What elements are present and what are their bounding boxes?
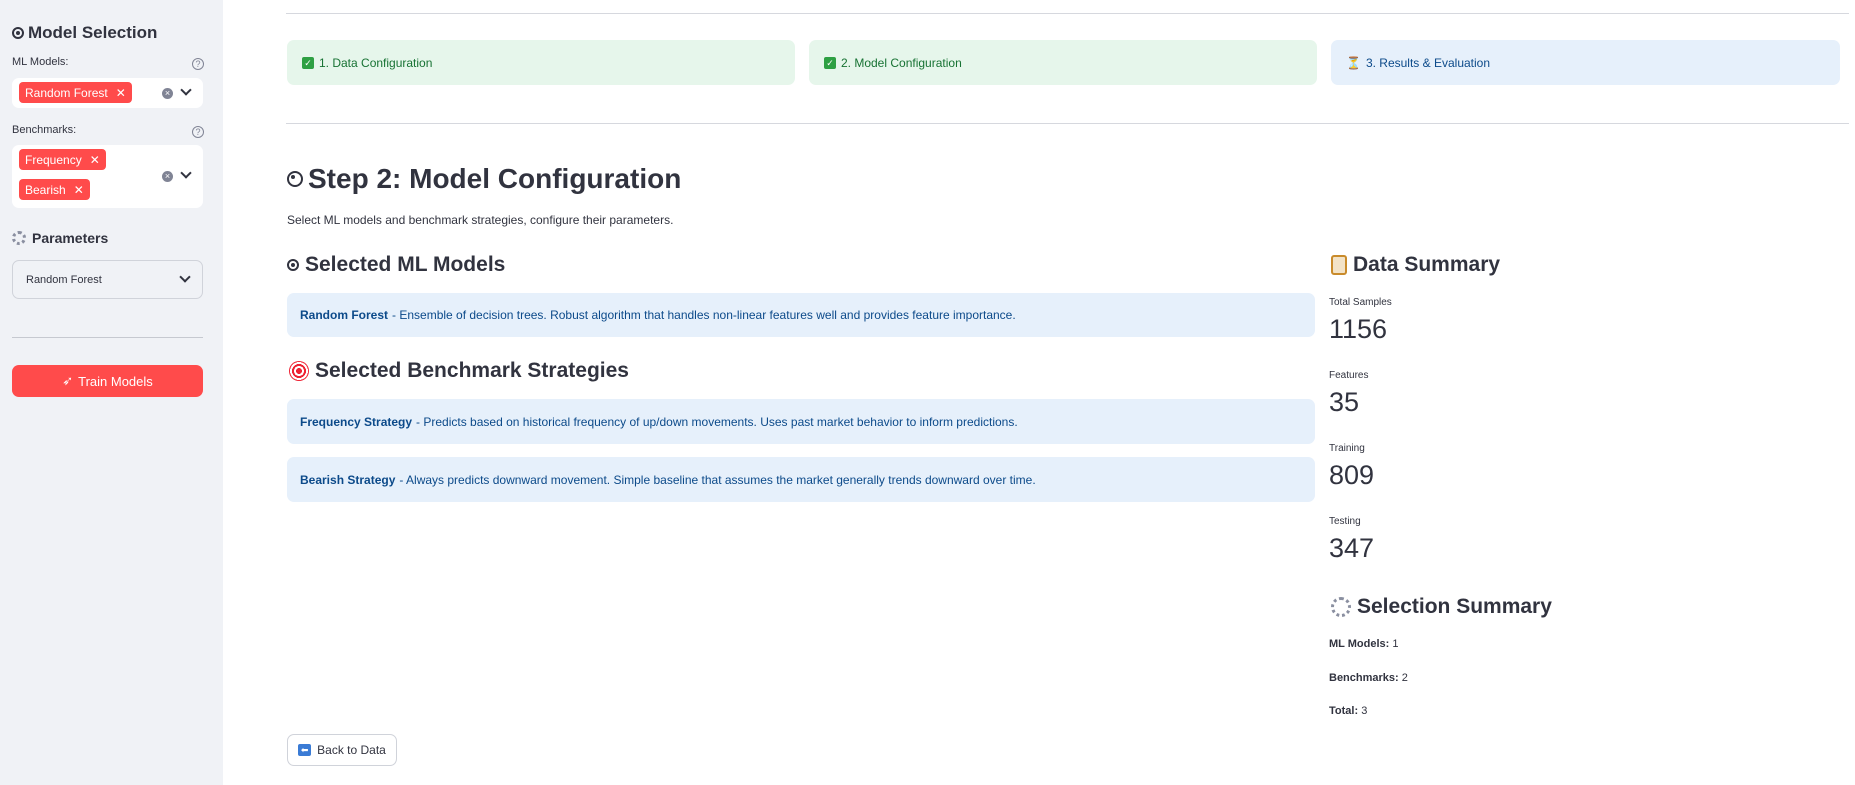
tag-random-forest: Random Forest ✕ [19,82,132,103]
step-label: 2. Model Configuration [841,55,962,70]
chevron-down-icon[interactable] [180,167,192,179]
chevron-down-icon[interactable] [180,84,192,96]
summary-ml-models: ML Models: 1 [1329,638,1398,650]
ml-models-multiselect[interactable]: Random Forest ✕ × [12,78,203,108]
ml-section-title: Selected ML Models [287,253,505,277]
tag-label: Bearish [25,182,66,197]
summary-benchmarks: Benchmarks: 2 [1329,672,1408,684]
tag-label: Random Forest [25,85,108,100]
page-description: Select ML models and benchmark strategie… [287,213,674,227]
benchmark-section-title-text: Selected Benchmark Strategies [315,359,629,382]
ml-models-label: ML Models: [12,56,69,68]
summary-value: 2 [1401,672,1408,684]
metric-value: 809 [1329,460,1375,490]
metric-value: 1156 [1329,314,1388,344]
tag-frequency: Frequency ✕ [19,149,106,170]
parameters-select-value: Random Forest [26,273,102,286]
metric-label: Total Samples [1329,297,1392,308]
metric-label: Testing [1329,516,1361,527]
tag-label: Frequency [25,152,82,167]
parameters-title-text: Parameters [32,230,109,246]
sidebar-divider [12,337,203,338]
summary-label: ML Models: [1329,638,1390,650]
help-icon[interactable]: ? [192,126,204,138]
benchmark-description: - Predicts based on historical frequency… [416,414,1018,429]
metric-label: Features [1329,370,1369,381]
train-models-button[interactable]: ➶ Train Models [12,365,203,397]
ml-section-title-text: Selected ML Models [305,253,506,276]
back-button-label: Back to Data [317,743,386,757]
metric-value: 35 [1329,387,1360,417]
summary-label: Benchmarks: [1329,672,1399,684]
step-results-evaluation: ⏳ 3. Results & Evaluation [1331,40,1840,85]
benchmark-name: Bearish Strategy [300,472,396,487]
remove-tag-icon[interactable]: ✕ [90,153,100,167]
page-title-text: Step 2: Model Configuration [308,163,682,194]
summary-value: 3 [1361,705,1368,717]
benchmark-info: Bearish Strategy - Always predicts downw… [287,457,1315,502]
rocket-icon: ➶ [62,373,74,388]
benchmark-name: Frequency Strategy [300,414,413,429]
benchmarks-label: Benchmarks: [12,124,77,136]
top-divider [286,13,1849,14]
section-divider [286,123,1849,124]
eye-icon [287,171,303,187]
remove-tag-icon[interactable]: ✕ [116,86,126,100]
sidebar-title-text: Model Selection [28,23,158,42]
metric-value: 347 [1329,533,1375,563]
selection-summary-title: Selection Summary [1331,595,1552,619]
metric-label: Training [1329,443,1365,454]
remove-tag-icon[interactable]: ✕ [74,183,84,197]
back-to-data-button[interactable]: ⬅ Back to Data [287,734,397,766]
selection-summary-title-text: Selection Summary [1357,595,1552,618]
sidebar-title: Model Selection [12,23,157,43]
summary-label: Total: [1329,705,1359,717]
main-content: ✓ 1. Data Configuration ✓ 2. Model Confi… [223,0,1855,785]
step-model-configuration: ✓ 2. Model Configuration [809,40,1317,85]
step-label: 1. Data Configuration [319,55,433,70]
page-title: Step 2: Model Configuration [287,163,681,195]
eye-icon [287,259,299,271]
check-icon: ✓ [824,56,836,69]
summary-total: Total: 3 [1329,705,1367,717]
gear-icon [12,231,26,245]
eye-icon [12,27,24,39]
summary-value: 1 [1392,638,1399,650]
help-icon[interactable]: ? [192,58,204,70]
benchmark-description: - Always predicts downward movement. Sim… [399,472,1036,487]
clipboard-icon [1331,255,1347,275]
ml-model-info: Random Forest - Ensemble of decision tre… [287,293,1315,337]
hourglass-icon: ⏳ [1346,55,1361,70]
check-icon: ✓ [302,56,314,69]
train-button-label: Train Models [78,373,153,389]
target-icon [289,361,309,381]
clear-icon[interactable]: × [162,88,173,99]
parameters-title: Parameters [12,230,108,246]
data-summary-title-text: Data Summary [1353,253,1501,276]
model-description: - Ensemble of decision trees. Robust alg… [392,308,1016,322]
step-label: 3. Results & Evaluation [1365,55,1491,70]
gear-icon [1331,597,1351,617]
sidebar: Model Selection ML Models: ? Random Fore… [0,0,223,785]
clear-icon[interactable]: × [162,171,173,182]
data-summary-title: Data Summary [1331,253,1500,277]
arrow-left-icon: ⬅ [298,744,312,756]
model-name: Random Forest [300,308,389,322]
benchmark-info: Frequency Strategy - Predicts based on h… [287,399,1315,444]
chevron-down-icon [179,271,191,283]
benchmarks-multiselect[interactable]: Frequency ✕ Bearish ✕ × [12,145,203,208]
benchmark-section-title: Selected Benchmark Strategies [289,359,629,383]
step-data-configuration: ✓ 1. Data Configuration [287,40,795,85]
parameters-select[interactable]: Random Forest [12,260,203,299]
tag-bearish: Bearish ✕ [19,179,90,200]
